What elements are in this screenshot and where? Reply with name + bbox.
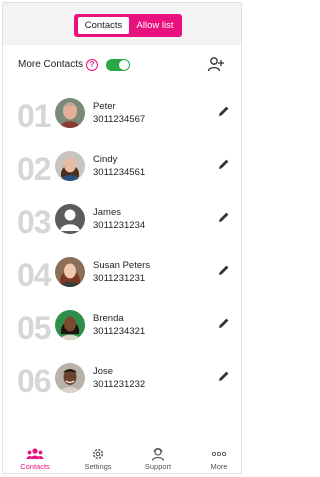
contact-row[interactable]: 03 James 3011231234 — [3, 201, 241, 249]
toggle-knob — [119, 60, 129, 70]
contact-row[interactable]: 02 Cindy 3011234561 — [3, 148, 241, 196]
contact-index: 01 — [17, 98, 52, 134]
gear-icon — [92, 448, 104, 460]
avatar — [55, 310, 85, 340]
contact-name: Cindy — [93, 154, 118, 165]
contact-name: Peter — [93, 101, 116, 112]
bottom-nav: Contacts Settings Support More — [3, 447, 241, 475]
contact-name: James — [93, 207, 121, 218]
contact-name: Brenda — [93, 313, 124, 324]
tab-switcher: Contacts Allow list — [74, 14, 182, 37]
contact-phone: 3011231231 — [93, 273, 146, 284]
contact-index: 05 — [17, 310, 52, 346]
contact-row[interactable]: 06 Jose 3011231232 — [3, 360, 241, 408]
more-contacts-row: More Contacts ? — [18, 58, 238, 72]
tab-allow-list[interactable]: Allow list — [131, 17, 179, 34]
edit-icon[interactable] — [218, 370, 230, 382]
avatar — [55, 257, 85, 287]
contact-index: 03 — [17, 204, 52, 240]
more-icon — [211, 451, 227, 457]
edit-icon[interactable] — [218, 317, 230, 329]
nav-support[interactable]: Support — [133, 447, 183, 471]
support-icon — [151, 448, 165, 461]
contact-phone: 3011234561 — [93, 167, 146, 178]
edit-icon[interactable] — [218, 105, 230, 117]
more-contacts-label: More Contacts — [18, 59, 84, 70]
help-icon[interactable]: ? — [86, 59, 98, 71]
avatar — [55, 98, 85, 128]
avatar — [55, 151, 85, 181]
nav-more[interactable]: More — [194, 447, 244, 471]
contact-name: Jose — [93, 366, 114, 377]
nav-label: Settings — [84, 462, 112, 471]
contact-name: Susan Peters — [93, 260, 151, 271]
contact-phone: 3011231234 — [93, 220, 146, 231]
edit-icon[interactable] — [218, 264, 230, 276]
nav-label: Support — [144, 462, 172, 471]
nav-contacts[interactable]: Contacts — [10, 447, 60, 471]
avatar — [55, 363, 85, 393]
app-screen: Contacts Allow list More Contacts ? 01 P… — [2, 2, 242, 474]
edit-icon[interactable] — [218, 158, 230, 170]
nav-settings[interactable]: Settings — [73, 447, 123, 471]
contact-phone: 3011234321 — [93, 326, 146, 337]
contact-index: 02 — [17, 151, 52, 187]
avatar — [55, 204, 85, 234]
contact-row[interactable]: 01 Peter 3011234567 — [3, 95, 241, 143]
contact-row[interactable]: 04 Susan Peters 3011231231 — [3, 254, 241, 302]
edit-icon[interactable] — [218, 211, 230, 223]
nav-label: Contacts — [20, 462, 50, 471]
nav-label: More — [210, 462, 228, 471]
contact-phone: 3011231232 — [93, 379, 146, 390]
contact-row[interactable]: 05 Brenda 3011234321 — [3, 307, 241, 355]
contact-index: 06 — [17, 363, 52, 399]
people-icon — [26, 448, 44, 459]
contact-index: 04 — [17, 257, 52, 293]
add-user-icon[interactable] — [207, 55, 225, 73]
tab-contacts[interactable]: Contacts — [78, 17, 129, 34]
header-bar: Contacts Allow list — [3, 3, 241, 45]
more-contacts-toggle[interactable] — [106, 59, 130, 71]
contact-phone: 3011234567 — [93, 114, 146, 125]
